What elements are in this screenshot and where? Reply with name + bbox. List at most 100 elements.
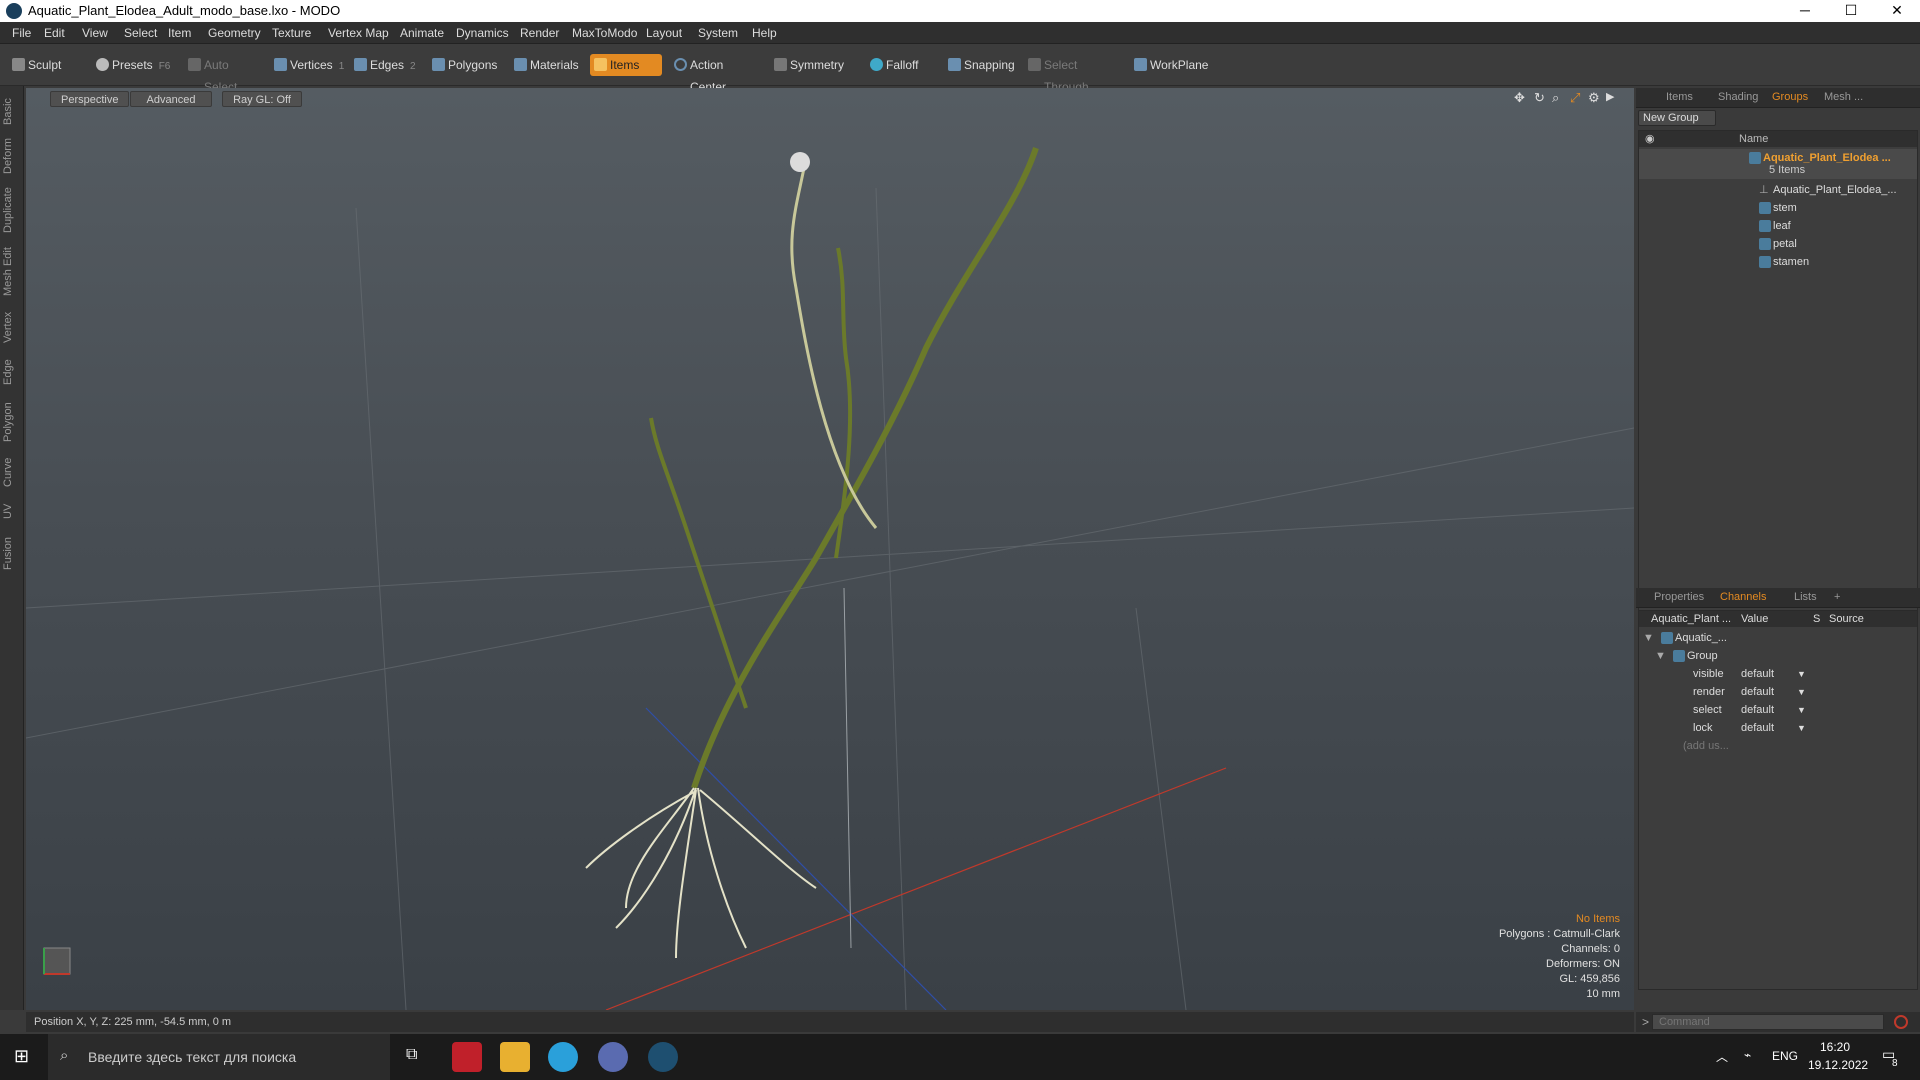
channel-value[interactable]: default <box>1741 701 1774 719</box>
3d-viewport[interactable]: Perspective Advanced Ray GL: Off ✥ ↻ ⌕ ⤢… <box>26 88 1634 1010</box>
menu-system[interactable]: System <box>698 26 738 40</box>
channel-group-row[interactable]: ▼ Group <box>1639 647 1917 665</box>
group-row[interactable]: Aquatic_Plant_Elodea ... 5 Items <box>1639 149 1917 179</box>
child-label: Aquatic_Plant_Elodea_... <box>1773 184 1897 196</box>
edges-button[interactable]: Edges 2 <box>350 54 422 76</box>
tab-lists[interactable]: Lists <box>1794 591 1817 603</box>
tree-item[interactable]: stamen <box>1639 253 1917 271</box>
channel-value[interactable]: default <box>1741 719 1774 737</box>
expand-arrow-icon[interactable]: ▼ <box>1643 629 1654 647</box>
channel-row[interactable]: render default ▼ <box>1639 683 1917 701</box>
tab-vertex[interactable]: Vertex <box>2 306 22 348</box>
file-explorer-icon[interactable] <box>500 1042 530 1072</box>
language-indicator[interactable]: ENG <box>1772 1049 1798 1063</box>
maximize-button[interactable]: ☐ <box>1828 0 1874 22</box>
workplane-icon <box>1134 58 1147 71</box>
clock-time[interactable]: 16:20 <box>1820 1040 1850 1054</box>
clock-date[interactable]: 19.12.2022 <box>1808 1058 1868 1072</box>
tab-fusion[interactable]: Fusion <box>2 530 22 576</box>
channel-root-row[interactable]: ▼ Aquatic_... <box>1639 629 1917 647</box>
expand-arrow-icon[interactable]: ▼ <box>1655 647 1666 665</box>
tab-add[interactable]: + <box>1834 591 1840 603</box>
materials-icon <box>514 58 527 71</box>
auto-select-icon <box>188 58 201 71</box>
items-button[interactable]: Items <box>590 54 662 76</box>
menu-edit[interactable]: Edit <box>44 26 65 40</box>
tree-item[interactable]: petal <box>1639 235 1917 253</box>
menu-bar: File Edit View Select Item Geometry Text… <box>0 22 1920 44</box>
tree-item[interactable]: ⊥ Aquatic_Plant_Elodea_... <box>1639 181 1917 199</box>
auto-select-button[interactable]: Auto Select <box>184 54 264 94</box>
falloff-button[interactable]: Falloff <box>866 54 932 76</box>
menu-item[interactable]: Item <box>168 26 191 40</box>
menu-vertex-map[interactable]: Vertex Map <box>328 26 389 40</box>
browser-app-icon[interactable] <box>598 1042 628 1072</box>
close-button[interactable]: ✕ <box>1874 0 1920 22</box>
tab-duplicate[interactable]: Duplicate <box>2 182 22 238</box>
network-icon[interactable]: ⌁ <box>1744 1048 1751 1062</box>
tree-item[interactable]: leaf <box>1639 217 1917 235</box>
snapping-button[interactable]: Snapping <box>944 54 1015 76</box>
menu-dynamics[interactable]: Dynamics <box>456 26 509 40</box>
items-icon <box>594 58 607 71</box>
select-through-button[interactable]: Select Through <box>1024 54 1120 94</box>
action-center-button[interactable]: Action Center <box>670 54 762 94</box>
tab-groups[interactable]: Groups <box>1772 91 1808 103</box>
vertices-button[interactable]: Vertices 1 <box>270 54 348 76</box>
symmetry-button[interactable]: Symmetry <box>770 54 850 76</box>
channel-value[interactable]: default <box>1741 665 1774 683</box>
dropdown-arrow-icon[interactable]: ▼ <box>1797 719 1806 737</box>
telegram-icon[interactable] <box>548 1042 578 1072</box>
mesh-icon <box>1759 220 1771 232</box>
tray-chevron-icon[interactable]: ︿ <box>1716 1048 1728 1065</box>
channel-row[interactable]: visible default ▼ <box>1639 665 1917 683</box>
menu-render[interactable]: Render <box>520 26 559 40</box>
windows-start-icon[interactable]: ⊞ <box>14 1046 29 1067</box>
tab-polygon[interactable]: Polygon <box>2 396 22 448</box>
presets-button[interactable]: Presets F6 <box>92 54 172 76</box>
tab-edge[interactable]: Edge <box>2 352 22 392</box>
modo-taskbar-icon[interactable] <box>648 1042 678 1072</box>
sculpt-button[interactable]: Sculpt <box>8 54 88 76</box>
menu-view[interactable]: View <box>82 26 108 40</box>
menu-animate[interactable]: Animate <box>400 26 444 40</box>
command-input[interactable] <box>1652 1014 1884 1030</box>
menu-help[interactable]: Help <box>752 26 777 40</box>
tree-item[interactable]: stem <box>1639 199 1917 217</box>
tab-basic[interactable]: Basic <box>2 94 22 130</box>
taskbar-search-box[interactable]: ⌕ Введите здесь текст для поиска <box>48 1034 390 1080</box>
channel-value[interactable]: default <box>1741 683 1774 701</box>
presets-hotkey: F6 <box>158 61 171 72</box>
tab-mesh[interactable]: Mesh ... <box>1824 91 1863 103</box>
task-view-icon[interactable]: ⧉ <box>406 1046 417 1064</box>
menu-maxtomodo[interactable]: MaxToModo <box>572 26 637 40</box>
tab-curve[interactable]: Curve <box>2 452 22 492</box>
new-group-button[interactable]: New Group <box>1638 110 1716 126</box>
snapping-label: Snapping <box>964 58 1015 72</box>
tab-uv[interactable]: UV <box>2 496 22 526</box>
add-user-channel-row[interactable]: (add us... <box>1639 737 1917 755</box>
menu-layout[interactable]: Layout <box>646 26 682 40</box>
record-icon[interactable] <box>1894 1015 1908 1029</box>
channel-row[interactable]: lock default ▼ <box>1639 719 1917 737</box>
tab-channels[interactable]: Channels <box>1720 591 1766 603</box>
opera-app-icon[interactable] <box>452 1042 482 1072</box>
tab-items[interactable]: Items <box>1666 91 1693 103</box>
dropdown-arrow-icon[interactable]: ▼ <box>1797 701 1806 719</box>
dropdown-arrow-icon[interactable]: ▼ <box>1797 665 1806 683</box>
tab-shading[interactable]: Shading <box>1718 91 1758 103</box>
dropdown-arrow-icon[interactable]: ▼ <box>1797 683 1806 701</box>
locator-icon: ⊥ <box>1759 184 1769 196</box>
materials-button[interactable]: Materials <box>510 54 588 76</box>
tab-properties[interactable]: Properties <box>1654 591 1704 603</box>
menu-select[interactable]: Select <box>124 26 157 40</box>
menu-file[interactable]: File <box>12 26 31 40</box>
tab-mesh-edit[interactable]: Mesh Edit <box>2 242 22 302</box>
workplane-button[interactable]: WorkPlane <box>1130 54 1210 76</box>
minimize-button[interactable]: ─ <box>1782 0 1828 22</box>
polygons-button[interactable]: Polygons <box>428 54 504 76</box>
menu-texture[interactable]: Texture <box>272 26 311 40</box>
menu-geometry[interactable]: Geometry <box>208 26 261 40</box>
channel-row[interactable]: select default ▼ <box>1639 701 1917 719</box>
tab-deform[interactable]: Deform <box>2 134 22 178</box>
